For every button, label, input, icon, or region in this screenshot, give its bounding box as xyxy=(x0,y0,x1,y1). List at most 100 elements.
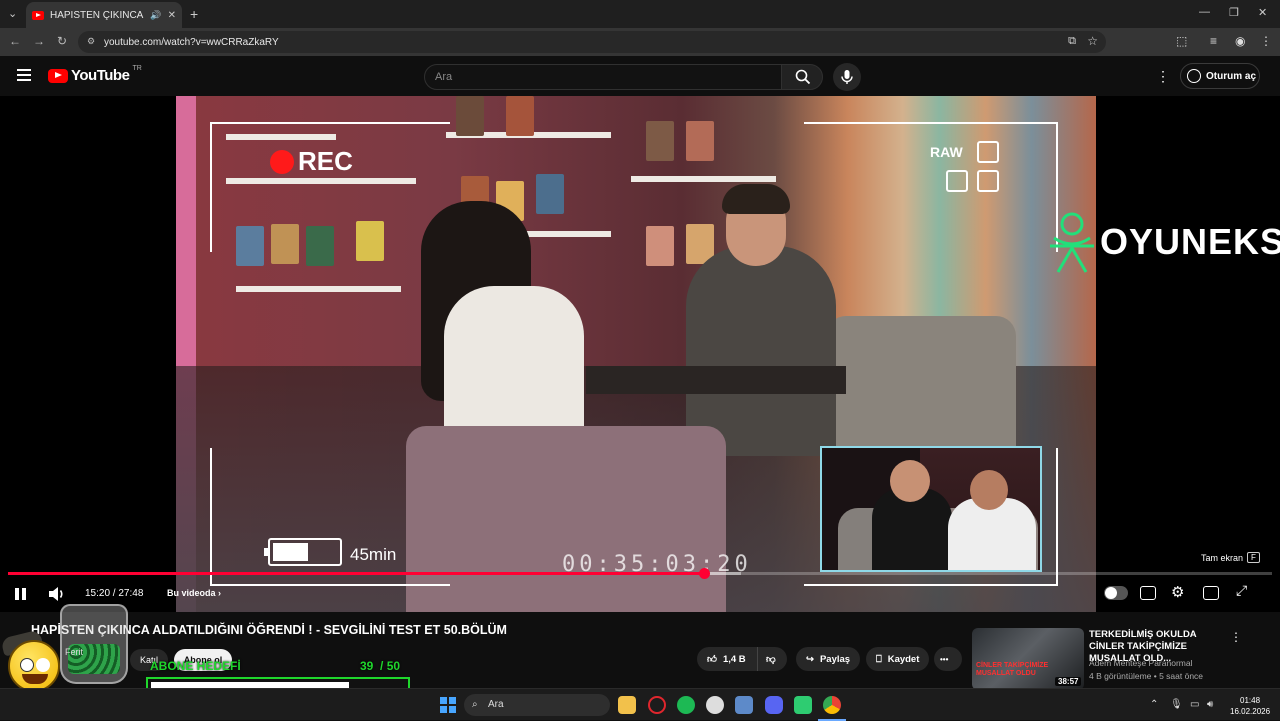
close-window-icon[interactable]: ✕ xyxy=(1258,6,1267,19)
sub-goal-current: 39 xyxy=(360,659,374,673)
autoplay-knob xyxy=(1105,587,1117,599)
app-icon[interactable] xyxy=(735,696,753,714)
oyuneks-logo-icon xyxy=(1050,212,1094,273)
back-icon[interactable]: ← xyxy=(9,34,21,48)
thumbs-down-icon: 👎︎ xyxy=(766,654,776,665)
book xyxy=(506,96,534,136)
logo-wordmark: YouTube xyxy=(71,67,130,84)
browser-tab[interactable]: HAPİSTEN ÇIKINCA ALDATI 🔊 ✕ xyxy=(26,2,182,28)
new-tab-icon[interactable]: + xyxy=(190,6,198,22)
sub-goal-target: / 50 xyxy=(380,659,401,673)
record-dot-icon xyxy=(270,149,294,174)
pause-button[interactable] xyxy=(14,587,28,601)
microphone-icon xyxy=(841,70,853,84)
search-input[interactable]: Ara xyxy=(424,64,782,90)
settings-more-icon[interactable]: ⋮ xyxy=(1156,68,1170,85)
sign-in-button[interactable]: Oturum aç xyxy=(1180,63,1260,89)
speaker-icon[interactable]: 🔊︎ xyxy=(1207,699,1213,710)
minimize-icon[interactable]: — xyxy=(1199,6,1210,18)
hamburger-menu-icon[interactable] xyxy=(17,69,31,81)
rec-indicator: REC xyxy=(270,146,353,177)
spotify-icon[interactable] xyxy=(677,696,695,714)
frame-icon xyxy=(946,170,968,192)
taskbar-search[interactable]: ⌕ Ara xyxy=(464,694,610,716)
install-app-icon[interactable]: ⧉ xyxy=(1068,35,1076,48)
recommended-channel[interactable]: Adem Menteşe Paranormal xyxy=(1089,658,1192,668)
sign-in-label: Oturum aç xyxy=(1206,70,1257,82)
frame-corner-top-left xyxy=(210,122,450,252)
book xyxy=(536,174,564,214)
clock-date: 16.02.2026 xyxy=(1230,707,1271,716)
like-count: 1,4 B xyxy=(722,653,746,665)
chapter-button[interactable]: Bu videoda › xyxy=(167,588,221,598)
region-code: TR xyxy=(132,65,142,72)
rec-label: REC xyxy=(298,146,353,176)
chrome-icon[interactable] xyxy=(823,696,841,714)
steam-icon[interactable] xyxy=(706,696,724,714)
app-icon-green[interactable] xyxy=(794,696,812,714)
profile-icon[interactable]: ◉ xyxy=(1235,34,1245,48)
more-actions-button[interactable]: ••• xyxy=(934,647,962,671)
progress-bar[interactable] xyxy=(8,568,1272,579)
tab-close-icon[interactable]: ✕ xyxy=(168,10,176,21)
volume-icon[interactable] xyxy=(48,586,66,602)
fullscreen-shortcut-key: F xyxy=(1247,552,1260,563)
player-controls: 15:20 / 27:48 Bu videoda › ⚙ ⤢ xyxy=(0,580,1280,608)
like-button[interactable]: 👍︎ 1,4 B xyxy=(697,647,757,671)
recommended-more-icon[interactable]: ⋮ xyxy=(1230,630,1242,644)
subtitles-icon[interactable] xyxy=(1140,586,1156,600)
tray-overflow-icon[interactable]: ⌃ xyxy=(1150,699,1158,710)
smiling-emoji-graphic xyxy=(8,640,60,692)
site-info-icon[interactable]: ⚙ xyxy=(87,36,95,47)
fullscreen-tooltip: Tam ekran F xyxy=(1201,552,1260,563)
raw-label: RAW xyxy=(930,144,963,160)
search-icon xyxy=(795,69,811,85)
browser-menu-icon[interactable]: ⋮ xyxy=(1260,34,1272,48)
more-actions-icon: ••• xyxy=(940,654,949,664)
bookshelf xyxy=(236,286,401,292)
tab-title: HAPİSTEN ÇIKINCA ALDATI xyxy=(50,9,144,21)
man-hair xyxy=(722,184,790,214)
restore-icon[interactable]: ❐ xyxy=(1229,6,1239,19)
chapter-label: Bu videoda xyxy=(167,588,216,598)
theater-mode-icon[interactable] xyxy=(1203,586,1219,600)
save-button[interactable]: ⎕ Kaydet xyxy=(866,647,930,671)
reload-icon[interactable]: ↻ xyxy=(57,34,67,48)
autoplay-toggle[interactable] xyxy=(1104,586,1128,600)
address-bar-row: ← → ↻ ⚙ youtube.com/watch?v=wwCRRaZkaRY … xyxy=(0,28,1280,56)
microphone-tray-icon[interactable]: 🎙︎ xyxy=(1170,699,1183,710)
fullscreen-icon[interactable]: ⤢ xyxy=(1236,582,1247,599)
share-label: Paylaş xyxy=(819,653,851,665)
search-button[interactable] xyxy=(781,64,823,90)
audio-playing-icon[interactable]: 🔊 xyxy=(150,10,161,21)
tab-search-icon[interactable]: ⌄ xyxy=(8,7,17,20)
bookmark-star-icon[interactable]: ☆ xyxy=(1087,34,1098,48)
man-figure xyxy=(686,246,836,456)
network-icon[interactable]: ▭ xyxy=(1190,699,1199,710)
media-controls-icon[interactable]: ≡ xyxy=(1210,34,1217,48)
streamer-one-head xyxy=(890,460,930,502)
start-button-icon[interactable] xyxy=(440,697,456,713)
bookshelf xyxy=(631,176,776,182)
video-player[interactable] xyxy=(0,96,1280,612)
discord-icon[interactable] xyxy=(765,696,783,714)
book xyxy=(646,121,674,161)
settings-gear-icon[interactable]: ⚙ xyxy=(1171,583,1184,601)
clock-time: 01:48 xyxy=(1240,696,1261,705)
dislike-button[interactable]: 👎︎ xyxy=(757,647,787,671)
battery-minutes: 45min xyxy=(350,545,397,564)
file-explorer-icon[interactable] xyxy=(618,696,636,714)
streamer-two-head xyxy=(970,470,1008,510)
opera-icon[interactable] xyxy=(648,696,666,714)
extensions-icon[interactable]: ⬚ xyxy=(1176,34,1187,48)
url-field[interactable]: ⚙ youtube.com/watch?v=wwCRRaZkaRY ⧉ ☆ xyxy=(78,31,1106,53)
share-button[interactable]: ↪ Paylaş xyxy=(796,647,861,671)
youtube-play-icon xyxy=(48,68,68,83)
thumbnail-text: CİNLER TAKİPÇİMİZE MUSALLAT OLDU xyxy=(976,662,1049,677)
youtube-header: YouTube TR Ara ⋮ Oturum aç xyxy=(0,56,1280,96)
bookmark-icon: ⎕ xyxy=(876,653,882,665)
youtube-logo[interactable]: YouTube TR xyxy=(48,65,142,84)
voice-search-button[interactable] xyxy=(833,63,861,91)
forward-icon[interactable]: → xyxy=(33,34,45,48)
clock[interactable]: 01:48 16.02.2026 xyxy=(1230,695,1270,717)
